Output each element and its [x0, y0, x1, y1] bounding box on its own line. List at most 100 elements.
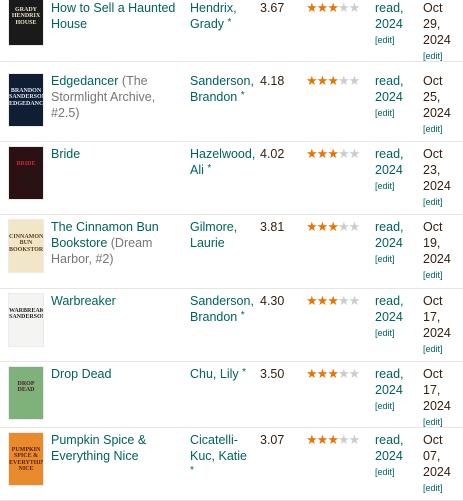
- shelf-link[interactable]: read, 2024: [375, 1, 404, 31]
- date-read-cell: Oct 23, 2024 [edit]: [423, 146, 463, 208]
- author-link[interactable]: Cicatelli-Kuc, Katie: [190, 433, 247, 463]
- star-icon[interactable]: ★: [338, 146, 350, 161]
- my-rating-stars[interactable]: ★★★★★: [306, 219, 361, 235]
- star-icon[interactable]: ★: [349, 432, 361, 447]
- star-icon[interactable]: ★: [338, 432, 350, 447]
- date-read-cell: Oct 17, 2024 [edit]: [423, 366, 463, 428]
- my-rating-stars[interactable]: ★★★★★: [306, 146, 361, 162]
- star-icon[interactable]: ★: [338, 293, 350, 308]
- star-icon[interactable]: ★: [327, 146, 339, 161]
- shelf-cell: read, 2024 [edit]: [375, 0, 421, 46]
- edit-shelf-link[interactable]: [edit]: [375, 466, 421, 478]
- star-icon[interactable]: ★: [327, 219, 339, 234]
- my-rating-stars[interactable]: ★★★★★: [306, 432, 361, 448]
- cover-text: GRADY HENDRIX HOUSE: [11, 7, 41, 26]
- star-icon[interactable]: ★: [306, 146, 318, 161]
- edit-shelf-link[interactable]: [edit]: [375, 180, 421, 192]
- star-icon[interactable]: ★: [349, 73, 361, 88]
- edit-date-link[interactable]: [edit]: [423, 196, 463, 208]
- book-cover[interactable]: BRANDON SANDERSON EDGEDANCER: [9, 74, 43, 126]
- author-link[interactable]: Chu, Lily: [190, 367, 239, 381]
- avg-rating: 4.18: [260, 74, 285, 88]
- star-icon[interactable]: ★: [338, 73, 350, 88]
- edit-date-link[interactable]: [edit]: [423, 482, 463, 494]
- star-icon[interactable]: ★: [349, 293, 361, 308]
- book-title-link[interactable]: Edgedancer: [51, 74, 118, 88]
- edit-shelf-link[interactable]: [edit]: [375, 327, 421, 339]
- star-icon[interactable]: ★: [317, 219, 329, 234]
- star-icon[interactable]: ★: [306, 0, 318, 15]
- avg-rating: 3.50: [260, 367, 285, 381]
- shelf-link[interactable]: read, 2024: [375, 367, 404, 397]
- book-title-link[interactable]: Drop Dead: [51, 367, 111, 381]
- star-icon[interactable]: ★: [327, 73, 339, 88]
- edit-date-link[interactable]: [edit]: [423, 343, 463, 355]
- shelf-link[interactable]: read, 2024: [375, 74, 404, 104]
- star-icon[interactable]: ★: [306, 293, 318, 308]
- book-cover[interactable]: DROP DEAD: [9, 367, 43, 419]
- cover-text: BRANDON SANDERSON EDGEDANCER: [9, 88, 43, 107]
- star-icon[interactable]: ★: [338, 0, 350, 15]
- star-icon[interactable]: ★: [327, 366, 339, 381]
- my-rating-stars[interactable]: ★★★★★: [306, 366, 361, 382]
- author-link[interactable]: Gilmore, Laurie: [190, 220, 237, 250]
- star-icon[interactable]: ★: [317, 73, 329, 88]
- date-read-cell: Oct 29, 2024 [edit]: [423, 0, 463, 62]
- book-cover[interactable]: PUMPKIN SPICE & EVERYTHING NICE: [9, 433, 43, 485]
- star-icon[interactable]: ★: [317, 432, 329, 447]
- star-icon[interactable]: ★: [349, 0, 361, 15]
- book-title-link[interactable]: Bride: [51, 147, 80, 161]
- star-icon[interactable]: ★: [306, 219, 318, 234]
- avg-rating: 3.81: [260, 220, 285, 234]
- star-icon[interactable]: ★: [317, 146, 329, 161]
- star-icon[interactable]: ★: [306, 432, 318, 447]
- book-cover[interactable]: WARBREAKER SANDERSON: [9, 294, 43, 346]
- my-rating-stars[interactable]: ★★★★★: [306, 0, 361, 16]
- star-icon[interactable]: ★: [349, 146, 361, 161]
- star-icon[interactable]: ★: [306, 73, 318, 88]
- star-icon[interactable]: ★: [317, 293, 329, 308]
- edit-shelf-link[interactable]: [edit]: [375, 400, 421, 412]
- goodreads-author-mark: *: [242, 367, 247, 378]
- my-rating-stars[interactable]: ★★★★★: [306, 73, 361, 89]
- edit-shelf-link[interactable]: [edit]: [375, 107, 421, 119]
- date-read-cell: Oct 19, 2024 [edit]: [423, 219, 463, 281]
- book-cover[interactable]: CINNAMON BUN BOOKSTORE: [9, 220, 43, 272]
- my-rating-stars[interactable]: ★★★★★: [306, 293, 361, 309]
- shelf-link[interactable]: read, 2024: [375, 294, 404, 324]
- book-title-link[interactable]: How to Sell a Haunted House: [51, 1, 175, 31]
- shelf-link[interactable]: read, 2024: [375, 433, 404, 463]
- star-icon[interactable]: ★: [327, 0, 339, 15]
- shelf-cell: read, 2024 [edit]: [375, 73, 421, 119]
- star-icon[interactable]: ★: [327, 293, 339, 308]
- edit-shelf-link[interactable]: [edit]: [375, 34, 421, 46]
- shelf-cell: read, 2024 [edit]: [375, 146, 421, 192]
- title-cell: Bride: [51, 146, 185, 162]
- shelf-cell: read, 2024 [edit]: [375, 366, 421, 412]
- edit-date-link[interactable]: [edit]: [423, 269, 463, 281]
- star-icon[interactable]: ★: [306, 366, 318, 381]
- author-link[interactable]: Hazelwood, Ali: [190, 147, 255, 177]
- edit-date-link[interactable]: [edit]: [423, 50, 463, 62]
- book-title-link[interactable]: Warbreaker: [51, 294, 116, 308]
- cover-text: DROP DEAD: [17, 381, 35, 394]
- shelf-link[interactable]: read, 2024: [375, 147, 404, 177]
- book-cover[interactable]: BRIDE: [9, 147, 43, 199]
- edit-shelf-link[interactable]: [edit]: [375, 253, 421, 265]
- star-icon[interactable]: ★: [317, 366, 329, 381]
- star-icon[interactable]: ★: [338, 366, 350, 381]
- edit-date-link[interactable]: [edit]: [423, 123, 463, 135]
- book-cover[interactable]: GRADY HENDRIX HOUSE: [9, 0, 43, 45]
- star-icon[interactable]: ★: [338, 219, 350, 234]
- star-icon[interactable]: ★: [317, 0, 329, 15]
- avg-rating: 4.30: [260, 294, 285, 308]
- author-cell: Hazelwood, Ali *: [190, 146, 255, 180]
- edit-date-link[interactable]: [edit]: [423, 416, 463, 428]
- avg-rating: 3.07: [260, 433, 285, 447]
- star-icon[interactable]: ★: [349, 219, 361, 234]
- star-icon[interactable]: ★: [327, 432, 339, 447]
- book-title-link[interactable]: Pumpkin Spice & Everything Nice: [51, 433, 146, 463]
- cover-text: BRIDE: [16, 161, 36, 167]
- shelf-link[interactable]: read, 2024: [375, 220, 404, 250]
- star-icon[interactable]: ★: [349, 366, 361, 381]
